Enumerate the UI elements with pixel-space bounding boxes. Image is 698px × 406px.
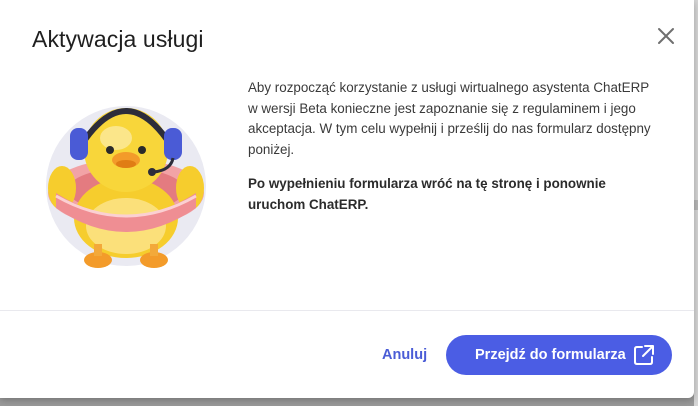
- backdrop: [694, 0, 698, 406]
- duck-illustration: [46, 78, 216, 278]
- external-link-icon: [632, 343, 656, 367]
- close-button[interactable]: [655, 25, 677, 47]
- activation-dialog: Aktywacja usługi Aby rozpocząć korzystan…: [0, 0, 694, 398]
- cancel-button[interactable]: Anuluj: [378, 336, 431, 374]
- instruction-paragraph: Po wypełnieniu formularza wróć na tę str…: [248, 176, 606, 212]
- dialog-body: Aby rozpocząć korzystanie z usługi wirtu…: [248, 78, 658, 229]
- open-form-button[interactable]: Przejdź do formularza: [446, 335, 672, 375]
- backdrop-scroll-nub: [694, 200, 698, 210]
- footer-divider: [0, 310, 694, 311]
- close-icon: [658, 28, 674, 44]
- dialog-title: Aktywacja usługi: [32, 26, 204, 52]
- open-form-button-label: Przejdź do formularza: [475, 347, 626, 363]
- intro-paragraph: Aby rozpocząć korzystanie z usługi wirtu…: [248, 80, 651, 157]
